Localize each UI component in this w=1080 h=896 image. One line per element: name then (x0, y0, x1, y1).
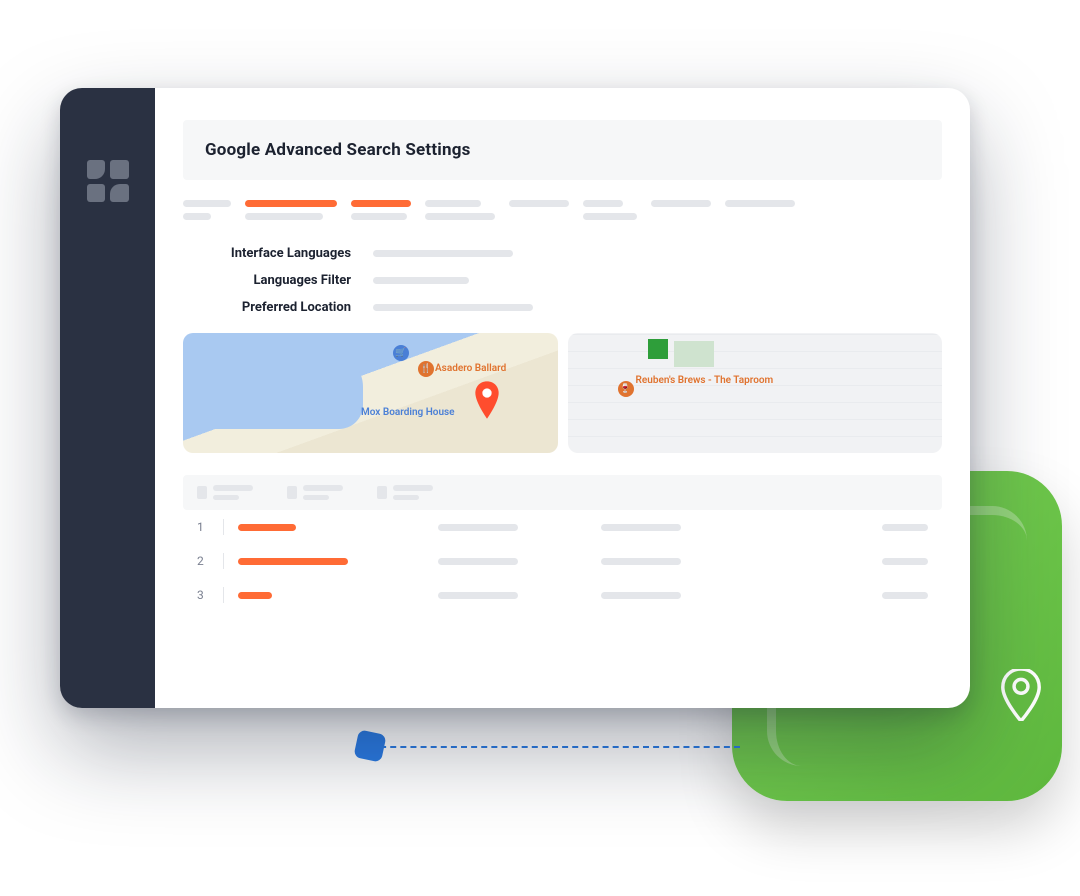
row-number: 1 (197, 520, 217, 534)
park-icon (648, 339, 668, 359)
setting-value-placeholder[interactable] (373, 277, 469, 284)
tab-item[interactable] (425, 200, 495, 220)
table-row[interactable]: 2 (183, 544, 942, 578)
settings-section: Interface Languages Languages Filter Pre… (183, 246, 942, 315)
map-right[interactable]: 🍷 Reuben's Brews - The Taproom (568, 333, 943, 453)
tab-item[interactable] (583, 200, 637, 220)
table-header-cell[interactable] (287, 485, 343, 500)
row-number: 3 (197, 588, 217, 602)
tab-item[interactable] (183, 200, 231, 220)
tab-item[interactable] (725, 200, 795, 220)
table-header-cell[interactable] (197, 485, 253, 500)
bar-pin-icon: 🍷 (618, 381, 634, 397)
setting-interface-languages: Interface Languages (183, 246, 942, 261)
map-pin-icon (1000, 669, 1042, 721)
main-panel: Google Advanced Search Settings Interfac… (155, 88, 970, 708)
map-poi-label: Reuben's Brews - The Taproom (636, 375, 774, 386)
map-left[interactable]: 🛒 🍴 Asadero Ballard Mox Boarding House (183, 333, 558, 453)
table-header-cell[interactable] (377, 485, 433, 500)
app-logo-icon[interactable] (87, 160, 129, 202)
setting-value-placeholder[interactable] (373, 304, 533, 311)
setting-languages-filter: Languages Filter (183, 273, 942, 288)
decorative-blue-path (370, 746, 740, 748)
map-poi-label: Mox Boarding House (361, 407, 455, 418)
location-pin-icon (473, 381, 501, 419)
park-area-icon (674, 341, 714, 367)
page-title-bar: Google Advanced Search Settings (183, 120, 942, 180)
setting-preferred-location: Preferred Location (183, 300, 942, 315)
setting-label: Interface Languages (183, 246, 373, 261)
setting-value-placeholder[interactable] (373, 250, 513, 257)
restaurant-pin-icon: 🍴 (418, 361, 434, 377)
table-row[interactable]: 3 (183, 578, 942, 612)
shopping-pin-icon: 🛒 (393, 345, 409, 361)
tab-item[interactable] (509, 200, 569, 220)
map-poi-label: Asadero Ballard (435, 363, 506, 374)
tab-item[interactable] (651, 200, 711, 220)
setting-label: Languages Filter (183, 273, 373, 288)
setting-label: Preferred Location (183, 300, 373, 315)
row-number: 2 (197, 554, 217, 568)
tab-item-active[interactable] (351, 200, 411, 220)
table-header (183, 475, 942, 510)
map-section: 🛒 🍴 Asadero Ballard Mox Boarding House 🍷… (183, 333, 942, 453)
table-row[interactable]: 1 (183, 510, 942, 544)
app-window: Google Advanced Search Settings Interfac… (60, 88, 970, 708)
sidebar (60, 88, 155, 708)
tab-item-active[interactable] (245, 200, 337, 220)
results-table: 1 2 3 (183, 475, 942, 612)
tab-bar (183, 200, 942, 220)
decorative-blue-square (353, 729, 386, 762)
page-title: Google Advanced Search Settings (205, 140, 920, 160)
